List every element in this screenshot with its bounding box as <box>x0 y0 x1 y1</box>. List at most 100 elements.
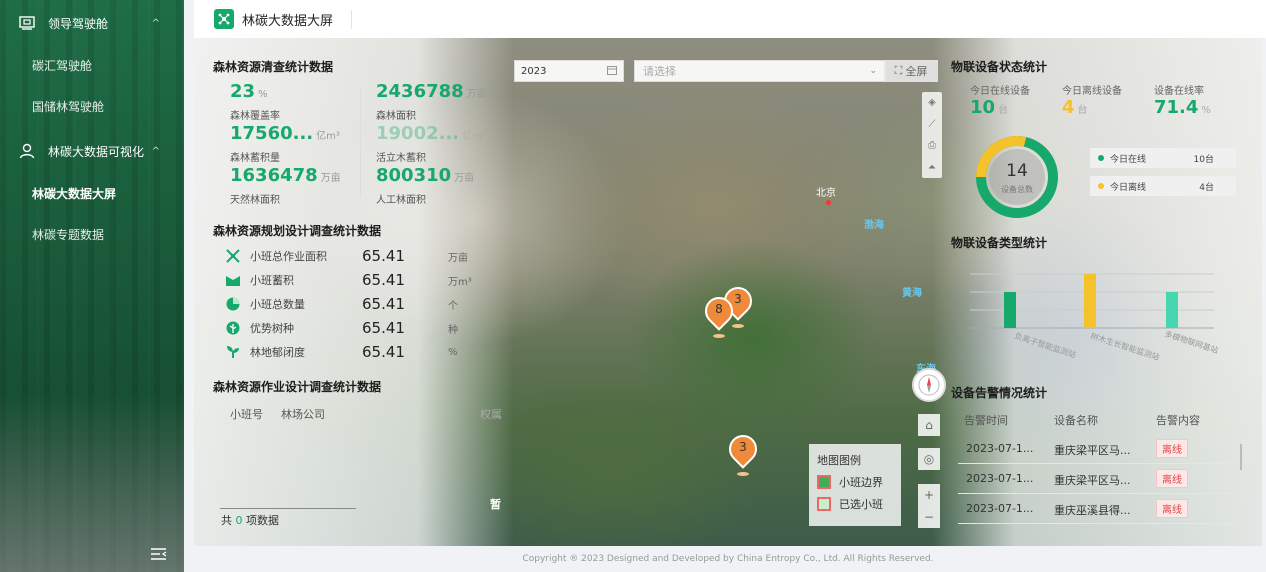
prev-page-button[interactable]: ‹ <box>456 512 460 525</box>
beijing-dot <box>826 200 831 205</box>
sidebar-item-carbon-cockpit[interactable]: 碳汇驾驶舱 <box>0 46 184 87</box>
collapse-menu-icon[interactable] <box>150 547 168 564</box>
donut-total-label: 设备总数 <box>1001 184 1033 194</box>
plan-label: 小班总数量 <box>250 298 305 311</box>
work-stats-title: 森林资源作业设计调查统计数据 <box>213 380 382 394</box>
top-bar: 林碳大数据大屏 <box>194 0 1266 38</box>
sidebar-item-topic-data[interactable]: 林碳专题数据 <box>0 215 184 256</box>
total-prefix: 共 <box>221 514 232 527</box>
footer-copyright: Copyright ® 2023 Designed and Developed … <box>522 554 934 564</box>
kpi-value: 1636478 <box>230 165 318 186</box>
plan-row-canopy: 林地郁闭度 65.41 % <box>226 340 458 364</box>
map-dashboard[interactable]: 森林资源清查统计数据 23% 森林覆盖率 2436788 万亩 森林面积 1756… <box>194 38 1262 546</box>
print-icon[interactable]: ⎙ <box>928 140 936 151</box>
kpi-planted-forest: 800310 万亩 人工林面积 <box>376 165 475 207</box>
map-toolstrip: ◈ ⟋ ⎙ ⏶ <box>922 92 942 178</box>
x-tick-label: 负离子智能监测站 <box>1013 330 1077 359</box>
compass-icon[interactable] <box>912 368 946 402</box>
map-label-beijing: 北京 <box>816 188 836 199</box>
kpi-label: 森林面积 <box>376 111 416 122</box>
kpi-unit: 万亩 <box>466 89 487 100</box>
legend-label: 今日离线 <box>1110 182 1147 193</box>
chevron-up-icon: ^ <box>151 145 160 157</box>
chevron-up-icon: ^ <box>151 17 160 29</box>
year-value: 2023 <box>521 65 547 77</box>
menu-group-bigdata-visual[interactable]: 林碳大数据可视化 ^ <box>0 128 184 174</box>
sidebar-item-reserve-cockpit[interactable]: 国储林驾驶舱 <box>0 87 184 128</box>
bar <box>1166 292 1178 328</box>
kpi-value: 23 <box>230 81 256 102</box>
menu-group-label: 林碳大数据可视化 <box>48 144 145 159</box>
kpi-value: 800310 <box>376 165 452 186</box>
status-badge: 离线 <box>1156 499 1188 518</box>
column-header: 设备名称 <box>1054 414 1098 427</box>
app-logo-icon <box>214 9 234 29</box>
kpi-label: 设备在线率 <box>1154 86 1204 97</box>
kpi-unit: 万亩 <box>320 173 341 184</box>
marker-base <box>713 334 725 338</box>
area-icon <box>226 249 240 263</box>
home-button[interactable]: ⌂ <box>918 414 940 436</box>
locate-button[interactable]: ◎ <box>918 448 940 470</box>
region-select[interactable]: 请选择 ⌄ <box>634 60 886 82</box>
alarms-title: 设备告警情况统计 <box>951 386 1048 400</box>
plan-unit: 种 <box>448 324 458 336</box>
year-picker[interactable]: 2023 <box>514 60 624 82</box>
kpi-label: 今日在线设备 <box>970 86 1030 97</box>
donut-legend-online: 今日在线 10台 <box>1090 148 1236 168</box>
kpi-value: 4 <box>1062 97 1075 118</box>
kpi-natural-forest: 1636478 万亩 天然林面积 <box>230 165 341 207</box>
legend-count: 4台 <box>1199 182 1214 193</box>
kpi-unit: % <box>1201 105 1211 116</box>
alarm-scrollbar[interactable] <box>1240 444 1242 470</box>
menu-group-leader-cockpit[interactable]: 领导驾驶舱 ^ <box>0 0 184 46</box>
area-measure-icon[interactable]: ⏶ <box>928 162 936 173</box>
kpi-value: 2436788 <box>376 81 464 102</box>
kpi-value: 71.4 <box>1154 97 1199 118</box>
kpi-offline-devices: 今日离线设备 4台 <box>1062 82 1122 122</box>
x-tick-label: 树木生长智能监测站 <box>1089 330 1161 362</box>
kpi-unit: 台 <box>1077 105 1088 116</box>
kpi-label: 今日离线设备 <box>1062 86 1122 97</box>
plan-unit: 万亩 <box>448 252 468 264</box>
total-count: 0 <box>235 514 243 527</box>
table-row[interactable]: 2023-07-1... 重庆梁平区马... 离线 <box>958 434 1240 464</box>
total-suffix: 项数据 <box>246 514 279 527</box>
kpi-unit: 台 <box>998 105 1009 116</box>
plan-row-area: 小班总作业面积 65.41 万亩 <box>226 244 468 268</box>
legend-label: 今日在线 <box>1110 154 1147 165</box>
tree-icon <box>226 321 240 335</box>
kpi-unit: 亿m³ <box>462 131 486 142</box>
kpi-unit: 万亩 <box>454 173 475 184</box>
fullscreen-label: 全屏 <box>905 65 928 78</box>
forest-stats-title: 森林资源清查统计数据 <box>213 60 334 74</box>
kpi-online-devices: 今日在线设备 10 台 <box>970 82 1030 122</box>
plan-unit: 万m³ <box>448 276 472 288</box>
table-row[interactable]: 2023-07-1... 重庆梁平区马... 离线 <box>958 464 1240 494</box>
sidebar-item-bigdata-screen[interactable]: 林碳大数据大屏 <box>0 174 184 215</box>
map-marker[interactable]: 3 <box>723 429 763 476</box>
alarm-time: 2023-07-1... <box>966 442 1034 455</box>
map-marker[interactable]: 8 <box>699 291 739 338</box>
x-tick-label: 多模物联网基站 <box>1163 328 1219 355</box>
sprout-icon <box>226 345 240 359</box>
zoom-out-button[interactable]: − <box>918 506 940 528</box>
donut-total: 14 <box>1006 161 1028 181</box>
plan-value: 65.41 <box>362 295 405 313</box>
menu-group-label: 领导驾驶舱 <box>48 16 109 31</box>
layers-icon[interactable]: ◈ <box>928 97 936 108</box>
legend-dot <box>1098 183 1104 189</box>
pie-icon <box>226 297 240 311</box>
sidebar-menu: 领导驾驶舱 ^ 碳汇驾驶舱 国储林驾驶舱 林碳大数据可视化 ^ 林碳大数据大屏 … <box>0 0 184 256</box>
column-header: 告警时间 <box>964 414 1008 427</box>
table-row[interactable]: 2023-07-1... 重庆巫溪县得... 离线 <box>958 494 1240 524</box>
kpi-unit: 亿m³ <box>316 131 340 142</box>
measure-icon[interactable]: ⟋ <box>929 119 936 130</box>
plan-unit: 个 <box>448 300 458 312</box>
table-divider <box>220 508 356 509</box>
fullscreen-button[interactable]: ⛶ 全屏 <box>884 60 938 82</box>
kpi-label: 人工林面积 <box>376 195 426 206</box>
legend-item: 已选小班 <box>817 496 893 512</box>
zoom-in-button[interactable]: + <box>918 484 940 506</box>
alarm-device: 重庆梁平区马... <box>1054 444 1131 457</box>
